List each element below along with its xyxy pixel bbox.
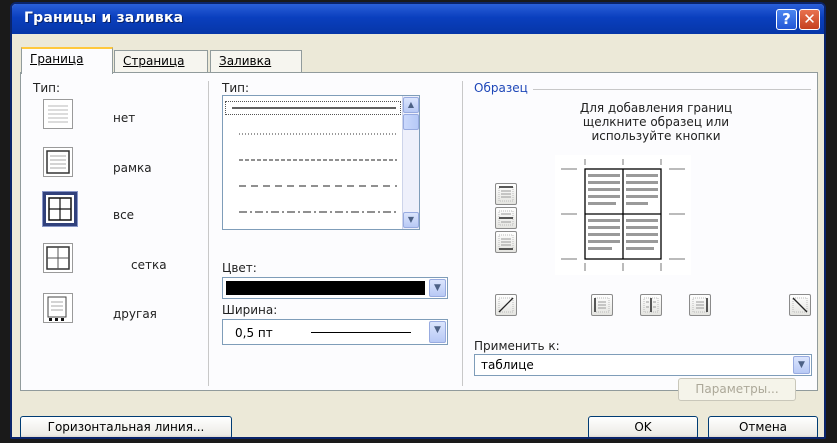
tab-shading-label: Заливка <box>219 54 272 68</box>
line-style-list[interactable]: ▲ ▼ <box>222 95 420 230</box>
line-style-small-dash[interactable] <box>237 154 399 168</box>
width-select[interactable]: 0,5 пт ▼ <box>222 319 448 345</box>
border-none-icon[interactable] <box>43 99 73 129</box>
border-custom-icon[interactable] <box>43 293 73 323</box>
style-label: Тип: <box>222 81 250 95</box>
divider <box>208 81 209 386</box>
setting-none-label: нет <box>113 111 136 125</box>
divider <box>462 81 463 386</box>
preview-hint-line: щелкните образец или <box>582 115 730 129</box>
setting-custom-label: другая <box>113 307 157 321</box>
scroll-up-icon[interactable]: ▲ <box>403 97 419 113</box>
left-border-button[interactable] <box>591 294 613 316</box>
width-label: Ширина: <box>222 303 278 317</box>
chevron-down-icon[interactable]: ▼ <box>793 356 810 374</box>
title-bar: Границы и заливка ? ✕ <box>12 4 824 34</box>
right-border-button[interactable] <box>689 294 711 316</box>
dialog-title: Границы и заливка <box>24 10 184 26</box>
scroll-down-icon[interactable]: ▼ <box>403 212 419 228</box>
horizontal-line-button[interactable]: Горизонтальная линия... <box>20 416 232 437</box>
tab-shading[interactable]: Заливка <box>210 50 302 72</box>
setting-grid-label: сетка <box>131 258 167 272</box>
border-preview[interactable] <box>555 155 691 275</box>
inside-horizontal-border-button[interactable] <box>495 207 517 229</box>
diagonal-up-border-button[interactable] <box>495 294 517 316</box>
width-line-sample <box>311 332 411 333</box>
bottom-border-button[interactable] <box>495 231 517 253</box>
setting-box-label: рамка <box>113 161 152 175</box>
chevron-down-icon[interactable]: ▼ <box>429 321 446 343</box>
width-value: 0,5 пт <box>235 326 273 340</box>
border-grid-icon[interactable] <box>43 243 73 273</box>
color-label: Цвет: <box>222 261 257 275</box>
preview-group-title: Образец <box>474 81 528 95</box>
border-all-icon[interactable] <box>43 192 77 226</box>
preview-hint-line: Для добавления границ <box>579 101 733 115</box>
tab-page-border-label: Страница <box>123 54 185 68</box>
diagonal-down-border-button[interactable] <box>789 294 811 316</box>
ok-button[interactable]: OK <box>588 416 698 437</box>
line-style-dash-dot[interactable] <box>237 206 399 220</box>
inside-vertical-border-button[interactable] <box>640 294 662 316</box>
color-swatch <box>226 281 425 295</box>
scroll-thumb[interactable] <box>403 114 419 130</box>
tab-page-border[interactable]: Страница <box>114 50 208 72</box>
top-border-button[interactable] <box>495 183 517 205</box>
preview-hint: Для добавления границ щелкните образец и… <box>526 101 786 143</box>
line-style-scrollbar[interactable]: ▲ ▼ <box>402 96 419 229</box>
tab-border-label: Граница <box>30 52 84 66</box>
line-style-dotted[interactable] <box>237 128 399 142</box>
setting-label: Тип: <box>33 81 61 95</box>
options-button[interactable]: Параметры... <box>678 378 796 401</box>
help-button[interactable]: ? <box>776 9 797 30</box>
apply-to-value: таблице <box>481 358 534 372</box>
group-line <box>533 89 811 90</box>
line-style-dash[interactable] <box>237 180 399 194</box>
color-select[interactable]: ▼ <box>222 277 448 299</box>
line-style-solid[interactable] <box>225 101 401 115</box>
preview-hint-line: используйте кнопки <box>591 129 721 143</box>
border-box-icon[interactable] <box>43 147 73 177</box>
tab-border[interactable]: Граница <box>21 47 113 74</box>
apply-to-label: Применить к: <box>474 339 560 353</box>
chevron-down-icon[interactable]: ▼ <box>429 279 446 297</box>
tab-panel: Тип: нет рамка все сетка другая Тип: ▲ ▼… <box>20 72 818 391</box>
close-button[interactable]: ✕ <box>799 9 820 30</box>
borders-and-shading-dialog: Границы и заливка ? ✕ Граница Страница З… <box>10 2 826 439</box>
cancel-button[interactable]: Отмена <box>708 416 818 437</box>
apply-to-select[interactable]: таблице ▼ <box>474 354 812 376</box>
setting-all-label: все <box>113 208 135 222</box>
